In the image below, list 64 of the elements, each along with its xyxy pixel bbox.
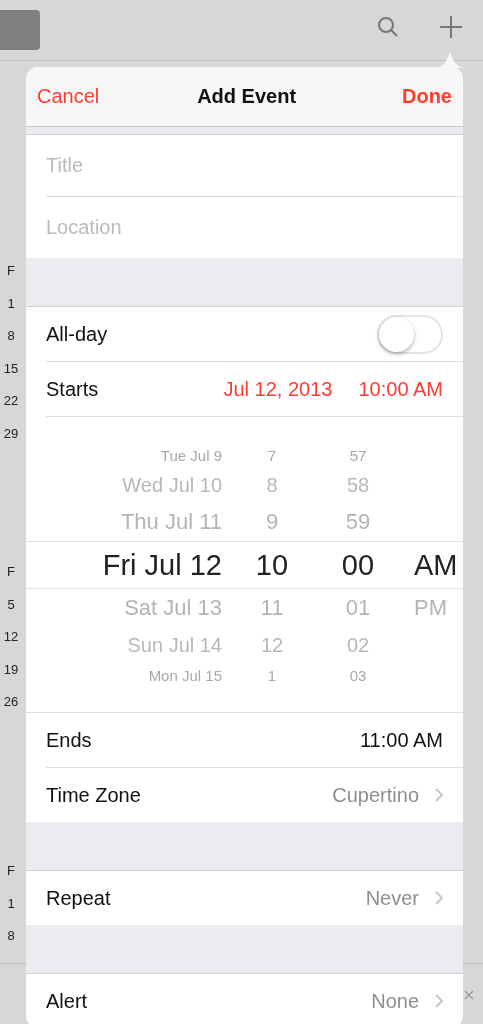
- calendar-day: 26: [3, 693, 19, 726]
- calendar-day: 1: [7, 894, 15, 927]
- calendar-day: 22: [3, 392, 19, 425]
- calendar-day: F: [7, 862, 15, 895]
- popover-title: Add Event: [197, 85, 297, 108]
- close-icon[interactable]: [464, 990, 474, 1000]
- picker-item[interactable]: Thu Jul 11: [120, 509, 222, 535]
- calendar-day: 19: [3, 660, 19, 693]
- row-value: Never: [365, 886, 419, 910]
- done-button[interactable]: Done: [402, 85, 452, 108]
- start-time[interactable]: 10:00 AM: [358, 377, 443, 401]
- text-input[interactable]: Title: [46, 154, 463, 177]
- picker-item[interactable]: 10: [255, 548, 289, 582]
- calendar-day: 5: [7, 595, 15, 628]
- picker-item[interactable]: Sat Jul 13: [124, 595, 222, 621]
- row-label: Repeat: [46, 886, 112, 910]
- picker-item[interactable]: PM: [414, 595, 447, 621]
- text-field[interactable]: Title: [46, 135, 463, 197]
- picker-item[interactable]: Tue Jul 9: [160, 446, 222, 464]
- calendar-day: 8: [7, 927, 15, 960]
- row-label: Ends: [46, 728, 93, 752]
- row-label: Alert: [46, 989, 89, 1013]
- picker-item[interactable]: 01: [345, 595, 371, 621]
- picker-item[interactable]: 00: [341, 548, 375, 582]
- picker-item[interactable]: 59: [345, 509, 371, 535]
- toolbar-button[interactable]: [0, 10, 40, 50]
- picker-item[interactable]: 03: [349, 666, 367, 684]
- calendar-day: 12: [3, 628, 19, 661]
- calendar-day: 8: [7, 327, 15, 360]
- row-label: Starts: [46, 377, 100, 401]
- cancel-button[interactable]: Cancel: [37, 85, 100, 108]
- chevron-icon: [435, 891, 443, 905]
- calendar-day: F: [7, 262, 15, 295]
- search-icon[interactable]: [377, 16, 399, 38]
- text-field[interactable]: Location: [46, 197, 463, 258]
- row-value: None: [371, 989, 419, 1013]
- calendar-day: F: [7, 563, 15, 596]
- picker-item[interactable]: 9: [265, 509, 279, 535]
- add-icon[interactable]: [439, 15, 463, 39]
- picker-item[interactable]: 02: [346, 633, 370, 657]
- text-input[interactable]: Location: [46, 216, 463, 239]
- picker-item[interactable]: Fri Jul 12: [102, 548, 222, 582]
- picker-item[interactable]: AM: [414, 548, 458, 582]
- picker-item[interactable]: Mon Jul 15: [148, 666, 222, 684]
- row-label: Time Zone: [46, 783, 142, 807]
- picker-item[interactable]: 12: [260, 633, 284, 657]
- start-date[interactable]: Jul 12, 2013: [223, 377, 333, 401]
- calendar-day: 15: [3, 359, 19, 392]
- row-value: 11:00 AM: [359, 728, 443, 752]
- picker-item[interactable]: 58: [346, 473, 370, 497]
- picker-item[interactable]: 8: [266, 473, 278, 497]
- picker-item[interactable]: 11: [260, 595, 284, 621]
- picker-item[interactable]: Sun Jul 14: [127, 633, 222, 657]
- picker-item[interactable]: 7: [267, 446, 277, 464]
- picker-item[interactable]: 1: [267, 666, 277, 684]
- picker-item[interactable]: Wed Jul 10: [122, 473, 222, 497]
- chevron-icon: [435, 788, 443, 802]
- row-label: All-day: [46, 322, 109, 346]
- picker-item[interactable]: 57: [349, 446, 367, 464]
- calendar-day: 1: [7, 294, 15, 327]
- row-value: Cupertino: [332, 783, 419, 807]
- calendar-day: 29: [3, 424, 19, 457]
- toggle-switch[interactable]: [377, 314, 443, 354]
- chevron-icon: [435, 994, 443, 1008]
